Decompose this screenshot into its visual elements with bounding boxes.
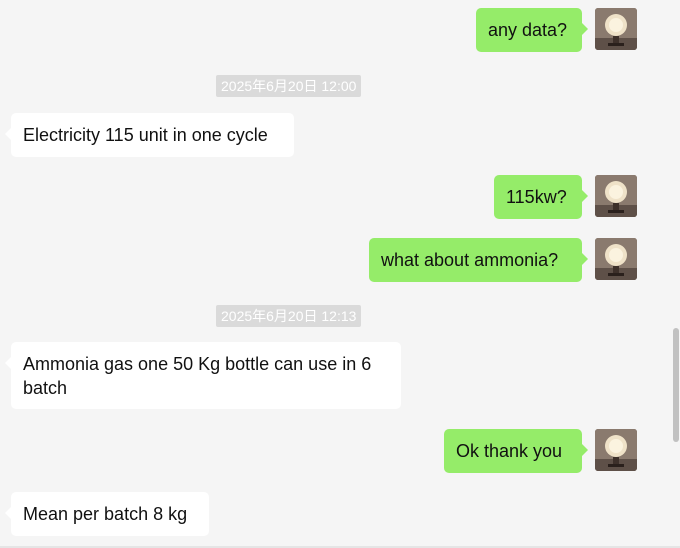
globe-lamp-icon (595, 175, 637, 217)
outgoing-message[interactable]: 115kw? (494, 175, 588, 219)
globe-lamp-icon (595, 8, 637, 50)
incoming-message[interactable]: Ammonia gas one 50 Kg bottle can use in … (5, 342, 401, 409)
incoming-message[interactable]: Electricity 115 unit in one cycle (5, 113, 294, 157)
outgoing-message[interactable]: what about ammonia? (369, 238, 588, 282)
timestamp: 2025年6月20日 12:13 (216, 305, 362, 327)
timestamp: 2025年6月20日 12:00 (216, 75, 362, 97)
scrollbar-thumb[interactable] (673, 328, 679, 442)
outgoing-message[interactable]: Ok thank you (444, 429, 588, 473)
globe-lamp-icon (595, 429, 637, 471)
globe-lamp-icon (595, 238, 637, 280)
user-avatar[interactable] (595, 238, 637, 280)
vertical-scrollbar[interactable] (672, 0, 680, 548)
incoming-message[interactable]: Mean per batch 8 kg (5, 492, 209, 536)
outgoing-message[interactable]: any data? (476, 8, 588, 52)
user-avatar[interactable] (595, 175, 637, 217)
chat-message-area: any data? 2025年6月20日 12:00 Electricity 1… (0, 0, 672, 548)
user-avatar[interactable] (595, 429, 637, 471)
user-avatar[interactable] (595, 8, 637, 50)
